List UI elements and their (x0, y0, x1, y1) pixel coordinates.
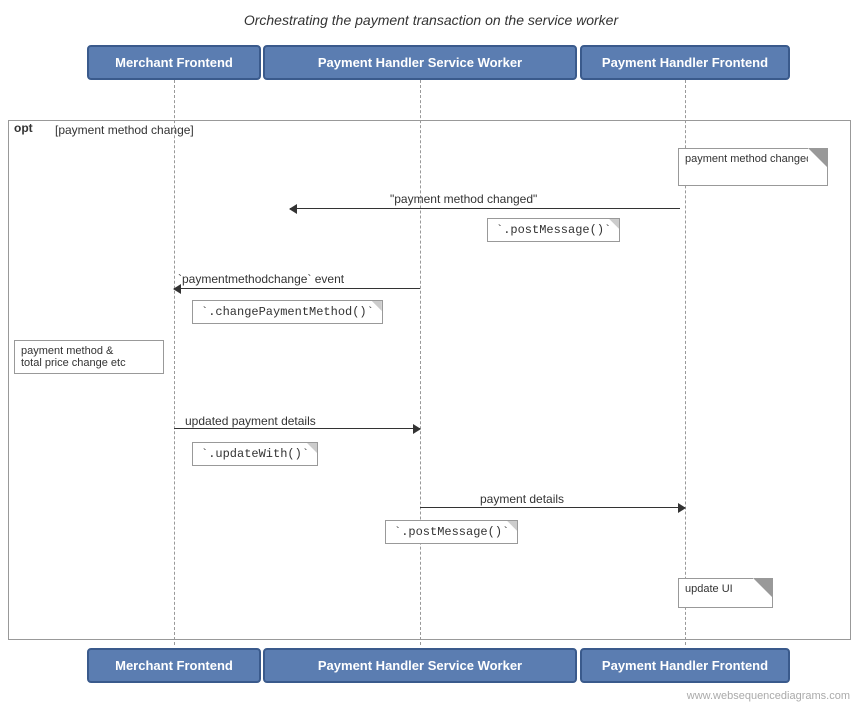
watermark: www.websequencediagrams.com (687, 690, 850, 702)
arrow-payment-details (420, 507, 685, 508)
note-update-ui: update UI (678, 578, 773, 608)
arrow-label-paymentmethodchange: `paymentmethodchange` event (178, 272, 344, 286)
method-update-with: `.updateWith()` (192, 442, 318, 466)
actor-merchant-bottom: Merchant Frontend (87, 648, 261, 683)
actor-service-worker-top: Payment Handler Service Worker (263, 45, 577, 80)
arrow-updated-payment-details (174, 428, 420, 429)
method-post-message-2: `.postMessage()` (385, 520, 518, 544)
actor-merchant-top: Merchant Frontend (87, 45, 261, 80)
diagram-title: Orchestrating the payment transaction on… (0, 0, 862, 28)
actor-handler-frontend-bottom: Payment Handler Frontend (580, 648, 790, 683)
arrow-paymentmethodchange (174, 288, 420, 289)
note-total-price-change: payment method & total price change etc (14, 340, 164, 374)
actor-handler-frontend-top: Payment Handler Frontend (580, 45, 790, 80)
arrow-label-payment-details: payment details (480, 492, 564, 506)
actor-service-worker-bottom: Payment Handler Service Worker (263, 648, 577, 683)
method-post-message-1: `.postMessage()` (487, 218, 620, 242)
diagram-container: Orchestrating the payment transaction on… (0, 0, 862, 710)
arrow-payment-method-changed (290, 208, 680, 209)
note-payment-method-changed: payment method changed (678, 148, 828, 186)
arrow-label-payment-method-changed: "payment method changed" (390, 192, 537, 206)
arrow-label-updated-payment: updated payment details (185, 414, 316, 428)
method-change-payment: `.changePaymentMethod()` (192, 300, 383, 324)
